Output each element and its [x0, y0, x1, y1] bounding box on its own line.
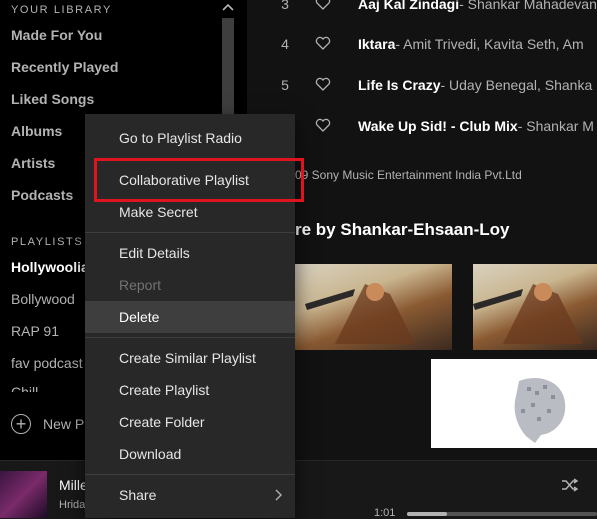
- elapsed-time: 1:01: [374, 507, 396, 519]
- new-playlist-button[interactable]: + New P: [11, 414, 84, 434]
- playlist-item-rap-91[interactable]: RAP 91: [11, 323, 59, 339]
- library-item-podcasts[interactable]: Podcasts: [11, 187, 73, 203]
- plus-icon: +: [11, 414, 31, 434]
- playlist-item-fav-podcast[interactable]: fav podcast: [11, 355, 83, 371]
- track-number: 5: [281, 77, 289, 93]
- library-item-recently-played[interactable]: Recently Played: [11, 59, 118, 75]
- menu-item-report: Report: [119, 277, 162, 293]
- playlists-heading: PLAYLISTS: [11, 236, 84, 248]
- main-content: 3 Aaj Kal Zindagi - Shankar Mahadevan 4 …: [265, 0, 597, 460]
- track-row[interactable]: Wake Up Sid! - Club Mix - Shankar M: [265, 106, 597, 146]
- playlist-item-hollywoolia[interactable]: Hollywoolia: [11, 259, 89, 275]
- now-playing-artist[interactable]: Hrida: [59, 499, 85, 511]
- now-playing-title[interactable]: Mille: [59, 477, 88, 493]
- progress-fill: [407, 512, 447, 516]
- menu-separator: [85, 474, 295, 475]
- album-thumbnail[interactable]: [431, 359, 597, 448]
- heart-icon[interactable]: [303, 36, 343, 53]
- track-row[interactable]: 4 Iktara - Amit Trivedi, Kavita Seth, Am: [265, 24, 597, 64]
- track-artist[interactable]: - Uday Benegal, Shanka: [440, 77, 592, 93]
- track-title[interactable]: Aaj Kal Zindagi: [358, 0, 459, 12]
- menu-item-go-to-playlist-radio[interactable]: Go to Playlist Radio: [85, 122, 295, 154]
- track-artist[interactable]: - Shankar M: [518, 118, 594, 134]
- menu-item-edit-details[interactable]: Edit Details: [85, 237, 295, 269]
- track-row[interactable]: 3 Aaj Kal Zindagi - Shankar Mahadevan: [265, 0, 597, 24]
- progress-bar[interactable]: [407, 512, 597, 516]
- now-playing-cover[interactable]: [0, 471, 47, 518]
- menu-item-share-label: Share: [119, 487, 157, 503]
- track-artist[interactable]: - Shankar Mahadevan: [459, 0, 597, 12]
- library-item-liked-songs[interactable]: Liked Songs: [11, 91, 94, 107]
- menu-item-delete[interactable]: Delete: [85, 301, 295, 333]
- more-by-heading: re by Shankar-Ehsaan-Loy: [295, 220, 510, 239]
- track-number: 4: [281, 36, 289, 52]
- track-title[interactable]: Wake Up Sid! - Club Mix: [358, 118, 518, 134]
- album-thumbnail[interactable]: [295, 264, 452, 350]
- chevron-right-icon: [275, 489, 282, 501]
- library-heading: YOUR LIBRARY: [11, 4, 112, 16]
- menu-separator: [85, 232, 295, 233]
- library-item-made-for-you[interactable]: Made For You: [11, 27, 102, 43]
- new-playlist-label: New P: [43, 416, 85, 432]
- track-row[interactable]: 5 Life Is Crazy - Uday Benegal, Shanka: [265, 65, 597, 105]
- track-artist[interactable]: - Amit Trivedi, Kavita Seth, Am: [395, 36, 583, 52]
- copyright-text: 09 Sony Music Entertainment India Pvt.Lt…: [295, 168, 522, 182]
- playlist-item-chill[interactable]: Chill: [11, 384, 38, 392]
- album-thumbnail[interactable]: [473, 264, 597, 350]
- heart-icon[interactable]: [303, 118, 343, 135]
- track-title[interactable]: Life Is Crazy: [358, 77, 440, 93]
- menu-item-create-playlist[interactable]: Create Playlist: [85, 374, 295, 406]
- heart-icon[interactable]: [303, 0, 343, 13]
- menu-item-share[interactable]: Share: [85, 479, 295, 511]
- playlist-item-bollywood[interactable]: Bollywood: [11, 291, 75, 307]
- library-item-albums[interactable]: Albums: [11, 123, 62, 139]
- menu-item-create-folder[interactable]: Create Folder: [85, 406, 295, 438]
- heart-icon[interactable]: [303, 77, 343, 94]
- track-title[interactable]: Iktara: [358, 36, 395, 52]
- shuffle-icon[interactable]: [561, 478, 579, 492]
- library-item-artists[interactable]: Artists: [11, 155, 55, 171]
- menu-item-download[interactable]: Download: [85, 438, 295, 470]
- track-number: 3: [281, 0, 289, 12]
- menu-separator: [85, 337, 295, 338]
- chevron-up-icon[interactable]: [222, 2, 234, 12]
- menu-item-create-similar-playlist[interactable]: Create Similar Playlist: [85, 342, 295, 374]
- annotation-highlight-box: [94, 158, 304, 202]
